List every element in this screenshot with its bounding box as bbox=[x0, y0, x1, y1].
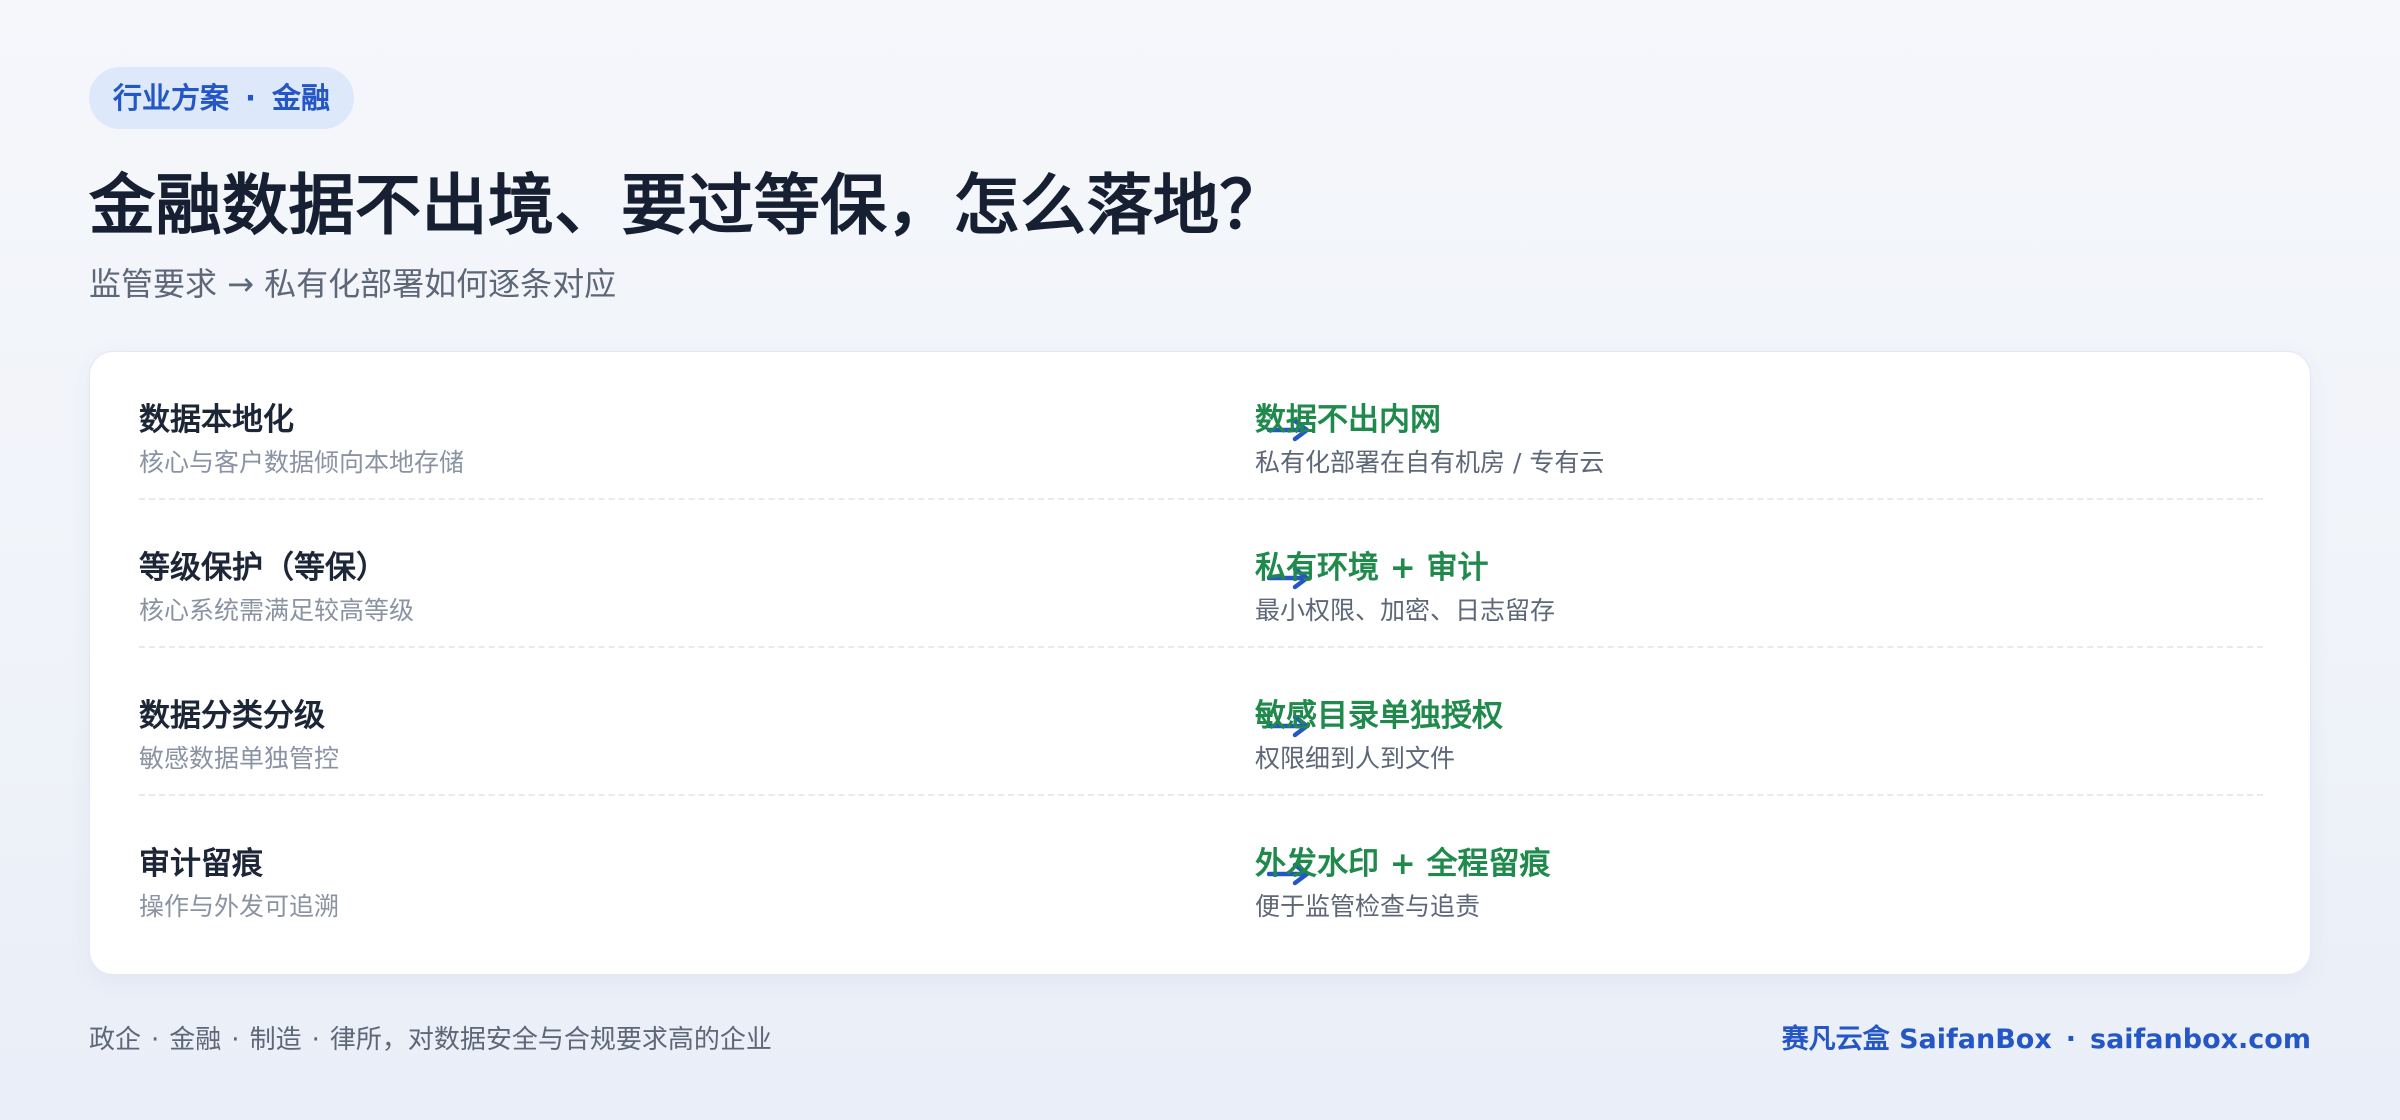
industry-separator: · bbox=[311, 1025, 320, 1055]
requirement-title: 数据分类分级 bbox=[139, 698, 325, 734]
website-link[interactable]: saifanbox.com bbox=[2090, 1024, 2311, 1055]
requirement-desc: 敏感数据单独管控 bbox=[139, 744, 340, 773]
brand-separator: · bbox=[2065, 1024, 2077, 1055]
audience-note: 政企 · 金融 · 制造 · 律所，对数据安全与合规要求高的企业 bbox=[89, 1022, 772, 1058]
brand-signature: 赛凡云盒 SaifanBox · saifanbox.com bbox=[1782, 1022, 2311, 1058]
industry-separator: · bbox=[231, 1025, 240, 1055]
solution-title: 私有环境 + 审计 bbox=[1255, 550, 1489, 586]
brand-name: 赛凡云盒 SaifanBox bbox=[1781, 1024, 2052, 1055]
industry-separator: · bbox=[151, 1025, 160, 1055]
requirement-title: 数据本地化 bbox=[139, 402, 294, 438]
solution-desc: 权限细到人到文件 bbox=[1255, 744, 1456, 773]
category-tag: 行业方案 · 金融 bbox=[89, 67, 355, 129]
industry-item: 金融 bbox=[169, 1025, 222, 1055]
page-subtitle: 监管要求 → 私有化部署如何逐条对应 bbox=[89, 265, 617, 303]
page-title: 金融数据不出境、要过等保，怎么落地？ bbox=[89, 167, 1286, 244]
tag-industry: 金融 bbox=[272, 81, 331, 115]
solution-title: 数据不出内网 bbox=[1255, 402, 1441, 438]
mapping-row: 数据分类分级 敏感数据单独管控 敏感目录单独授权 权限细到人到文件 bbox=[139, 648, 2263, 796]
industry-item: 律所 bbox=[329, 1025, 382, 1055]
tag-category: 行业方案 bbox=[113, 81, 230, 115]
tag-separator: · bbox=[245, 81, 257, 115]
page: 行业方案 · 金融 金融数据不出境、要过等保，怎么落地？ 监管要求 → 私有化部署如… bbox=[89, 0, 2311, 1120]
mapping-row: 等级保护（等保） 核心系统需满足较高等级 私有环境 + 审计 最小权限、加密、日… bbox=[139, 500, 2263, 648]
solution-desc: 便于监管检查与追责 bbox=[1255, 892, 1481, 921]
solution-desc: 最小权限、加密、日志留存 bbox=[1255, 596, 1556, 625]
industry-item: 制造 bbox=[249, 1025, 302, 1055]
requirement-desc: 操作与外发可追溯 bbox=[139, 892, 340, 921]
requirement-desc: 核心与客户数据倾向本地存储 bbox=[139, 448, 465, 477]
audience-suffix: ，对数据安全与合规要求高的企业 bbox=[381, 1025, 772, 1055]
solution-title: 敏感目录单独授权 bbox=[1255, 698, 1503, 734]
solution-desc: 私有化部署在自有机房 / 专有云 bbox=[1255, 448, 1605, 477]
requirements-card: 数据本地化 核心与客户数据倾向本地存储 数据不出内网 私有化部署在自有机房 / … bbox=[89, 351, 2311, 975]
industry-item: 政企 bbox=[89, 1025, 142, 1055]
requirement-title: 等级保护（等保） bbox=[139, 550, 387, 586]
mapping-row: 审计留痕 操作与外发可追溯 外发水印 + 全程留痕 便于监管检查与追责 bbox=[139, 796, 2263, 944]
requirement-title: 审计留痕 bbox=[139, 846, 263, 882]
requirement-desc: 核心系统需满足较高等级 bbox=[139, 596, 415, 625]
mapping-row: 数据本地化 核心与客户数据倾向本地存储 数据不出内网 私有化部署在自有机房 / … bbox=[139, 352, 2263, 500]
solution-title: 外发水印 + 全程留痕 bbox=[1255, 846, 1551, 882]
